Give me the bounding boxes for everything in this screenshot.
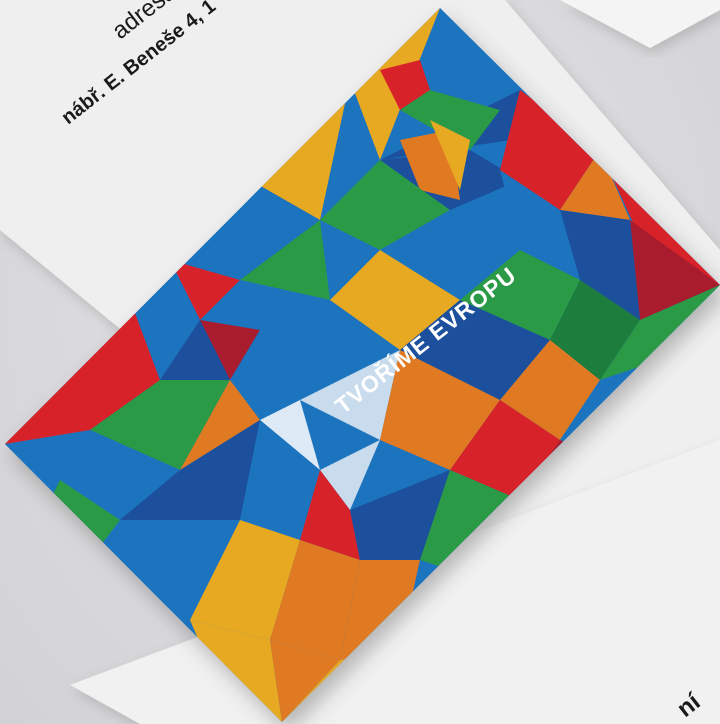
mockup-scene: adresa nábř. E. Beneše 4, 1 ní TVOŘÍME E… <box>0 0 720 724</box>
mockup-canvas: adresa nábř. E. Beneše 4, 1 ní TVOŘÍME E… <box>0 0 720 724</box>
top-right-paper <box>560 0 720 48</box>
